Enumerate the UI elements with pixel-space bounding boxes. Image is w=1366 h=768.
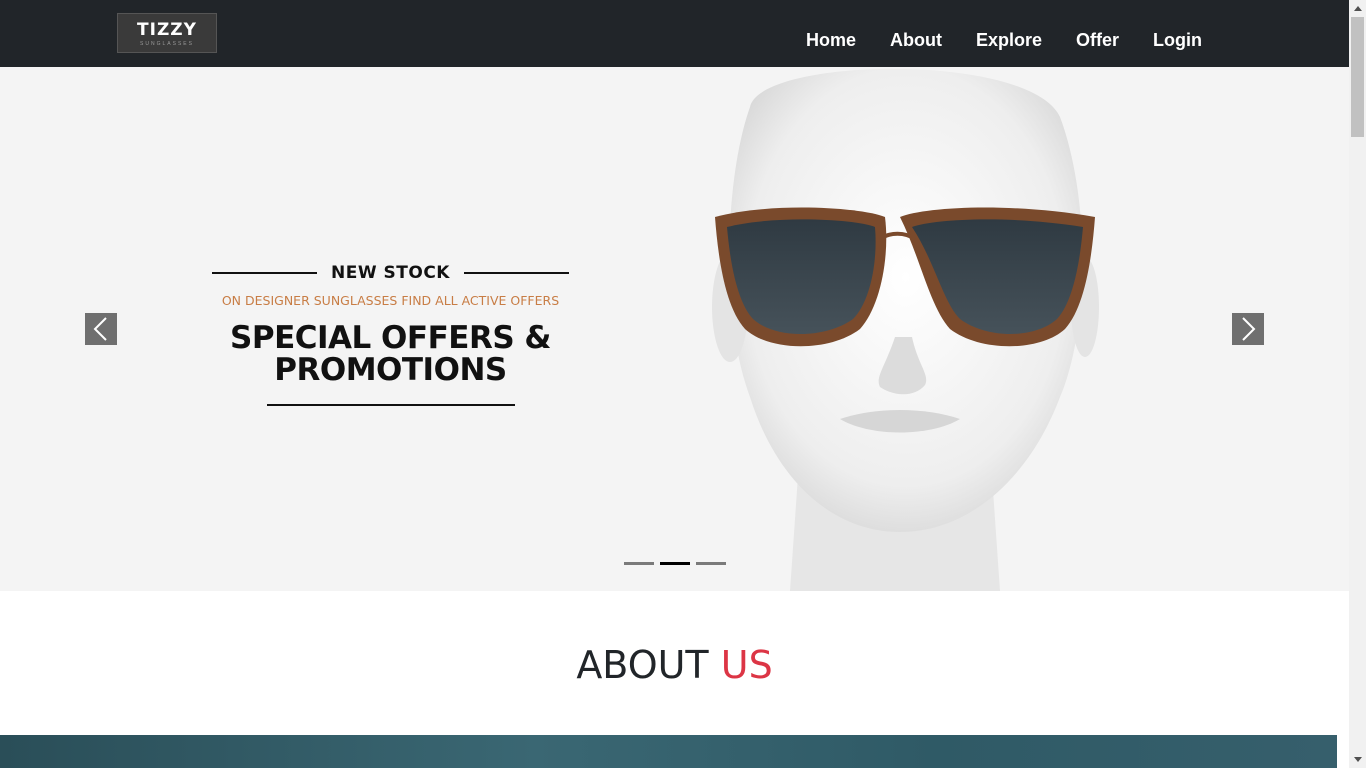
chevron-right-icon: [1242, 317, 1256, 341]
logo-tagline: SUNGLASSES: [140, 41, 194, 47]
hero-carousel: NEW STOCK ON DESIGNER SUNGLASSES FIND AL…: [0, 67, 1349, 591]
nav-link-offer[interactable]: Offer: [1076, 30, 1119, 51]
carousel-indicator-2[interactable]: [660, 562, 690, 565]
new-stock-row: NEW STOCK: [212, 262, 570, 284]
promo-title: SPECIAL OFFERS & PROMOTIONS: [212, 322, 569, 386]
carousel-indicator-3[interactable]: [696, 562, 726, 565]
carousel-indicators: [624, 562, 726, 565]
navbar: TIZZY SUNGLASSES Home About Explore Offe…: [0, 0, 1349, 67]
caret-up-icon: [1353, 6, 1362, 11]
about-heading-accent: US: [720, 643, 773, 687]
nav-link-about[interactable]: About: [890, 30, 942, 51]
divider: [463, 272, 570, 274]
promo-title-line-1: SPECIAL OFFERS &: [230, 320, 551, 356]
scroll-up-button[interactable]: [1349, 0, 1366, 17]
carousel-prev-button[interactable]: [85, 313, 117, 345]
divider: [266, 404, 515, 406]
mannequin-sunglasses-image: [712, 68, 1099, 591]
about-heading: ABOUT US: [0, 643, 1349, 687]
nav-link-explore[interactable]: Explore: [976, 30, 1042, 51]
about-heading-part1: ABOUT: [576, 643, 709, 687]
promo-banner: NEW STOCK ON DESIGNER SUNGLASSES FIND AL…: [212, 262, 570, 406]
main-nav: Home About Explore Offer Login: [806, 30, 1202, 51]
scrollbar-thumb[interactable]: [1351, 17, 1364, 137]
scroll-down-button[interactable]: [1349, 751, 1366, 768]
promo-subtitle: ON DESIGNER SUNGLASSES FIND ALL ACTIVE O…: [221, 293, 560, 308]
caret-down-icon: [1353, 757, 1362, 762]
about-section-background: [0, 735, 1337, 768]
chevron-left-icon: [93, 317, 107, 341]
carousel-next-button[interactable]: [1232, 313, 1264, 345]
nav-link-home[interactable]: Home: [806, 30, 856, 51]
carousel-indicator-1[interactable]: [624, 562, 654, 565]
brand-logo[interactable]: TIZZY SUNGLASSES: [117, 13, 217, 53]
divider: [212, 272, 318, 274]
page-scrollbar[interactable]: [1349, 0, 1366, 768]
promo-title-line-2: PROMOTIONS: [274, 352, 507, 388]
promo-eyebrow: NEW STOCK: [331, 263, 450, 283]
nav-link-login[interactable]: Login: [1153, 30, 1202, 51]
logo-wordmark: TIZZY: [137, 20, 197, 40]
